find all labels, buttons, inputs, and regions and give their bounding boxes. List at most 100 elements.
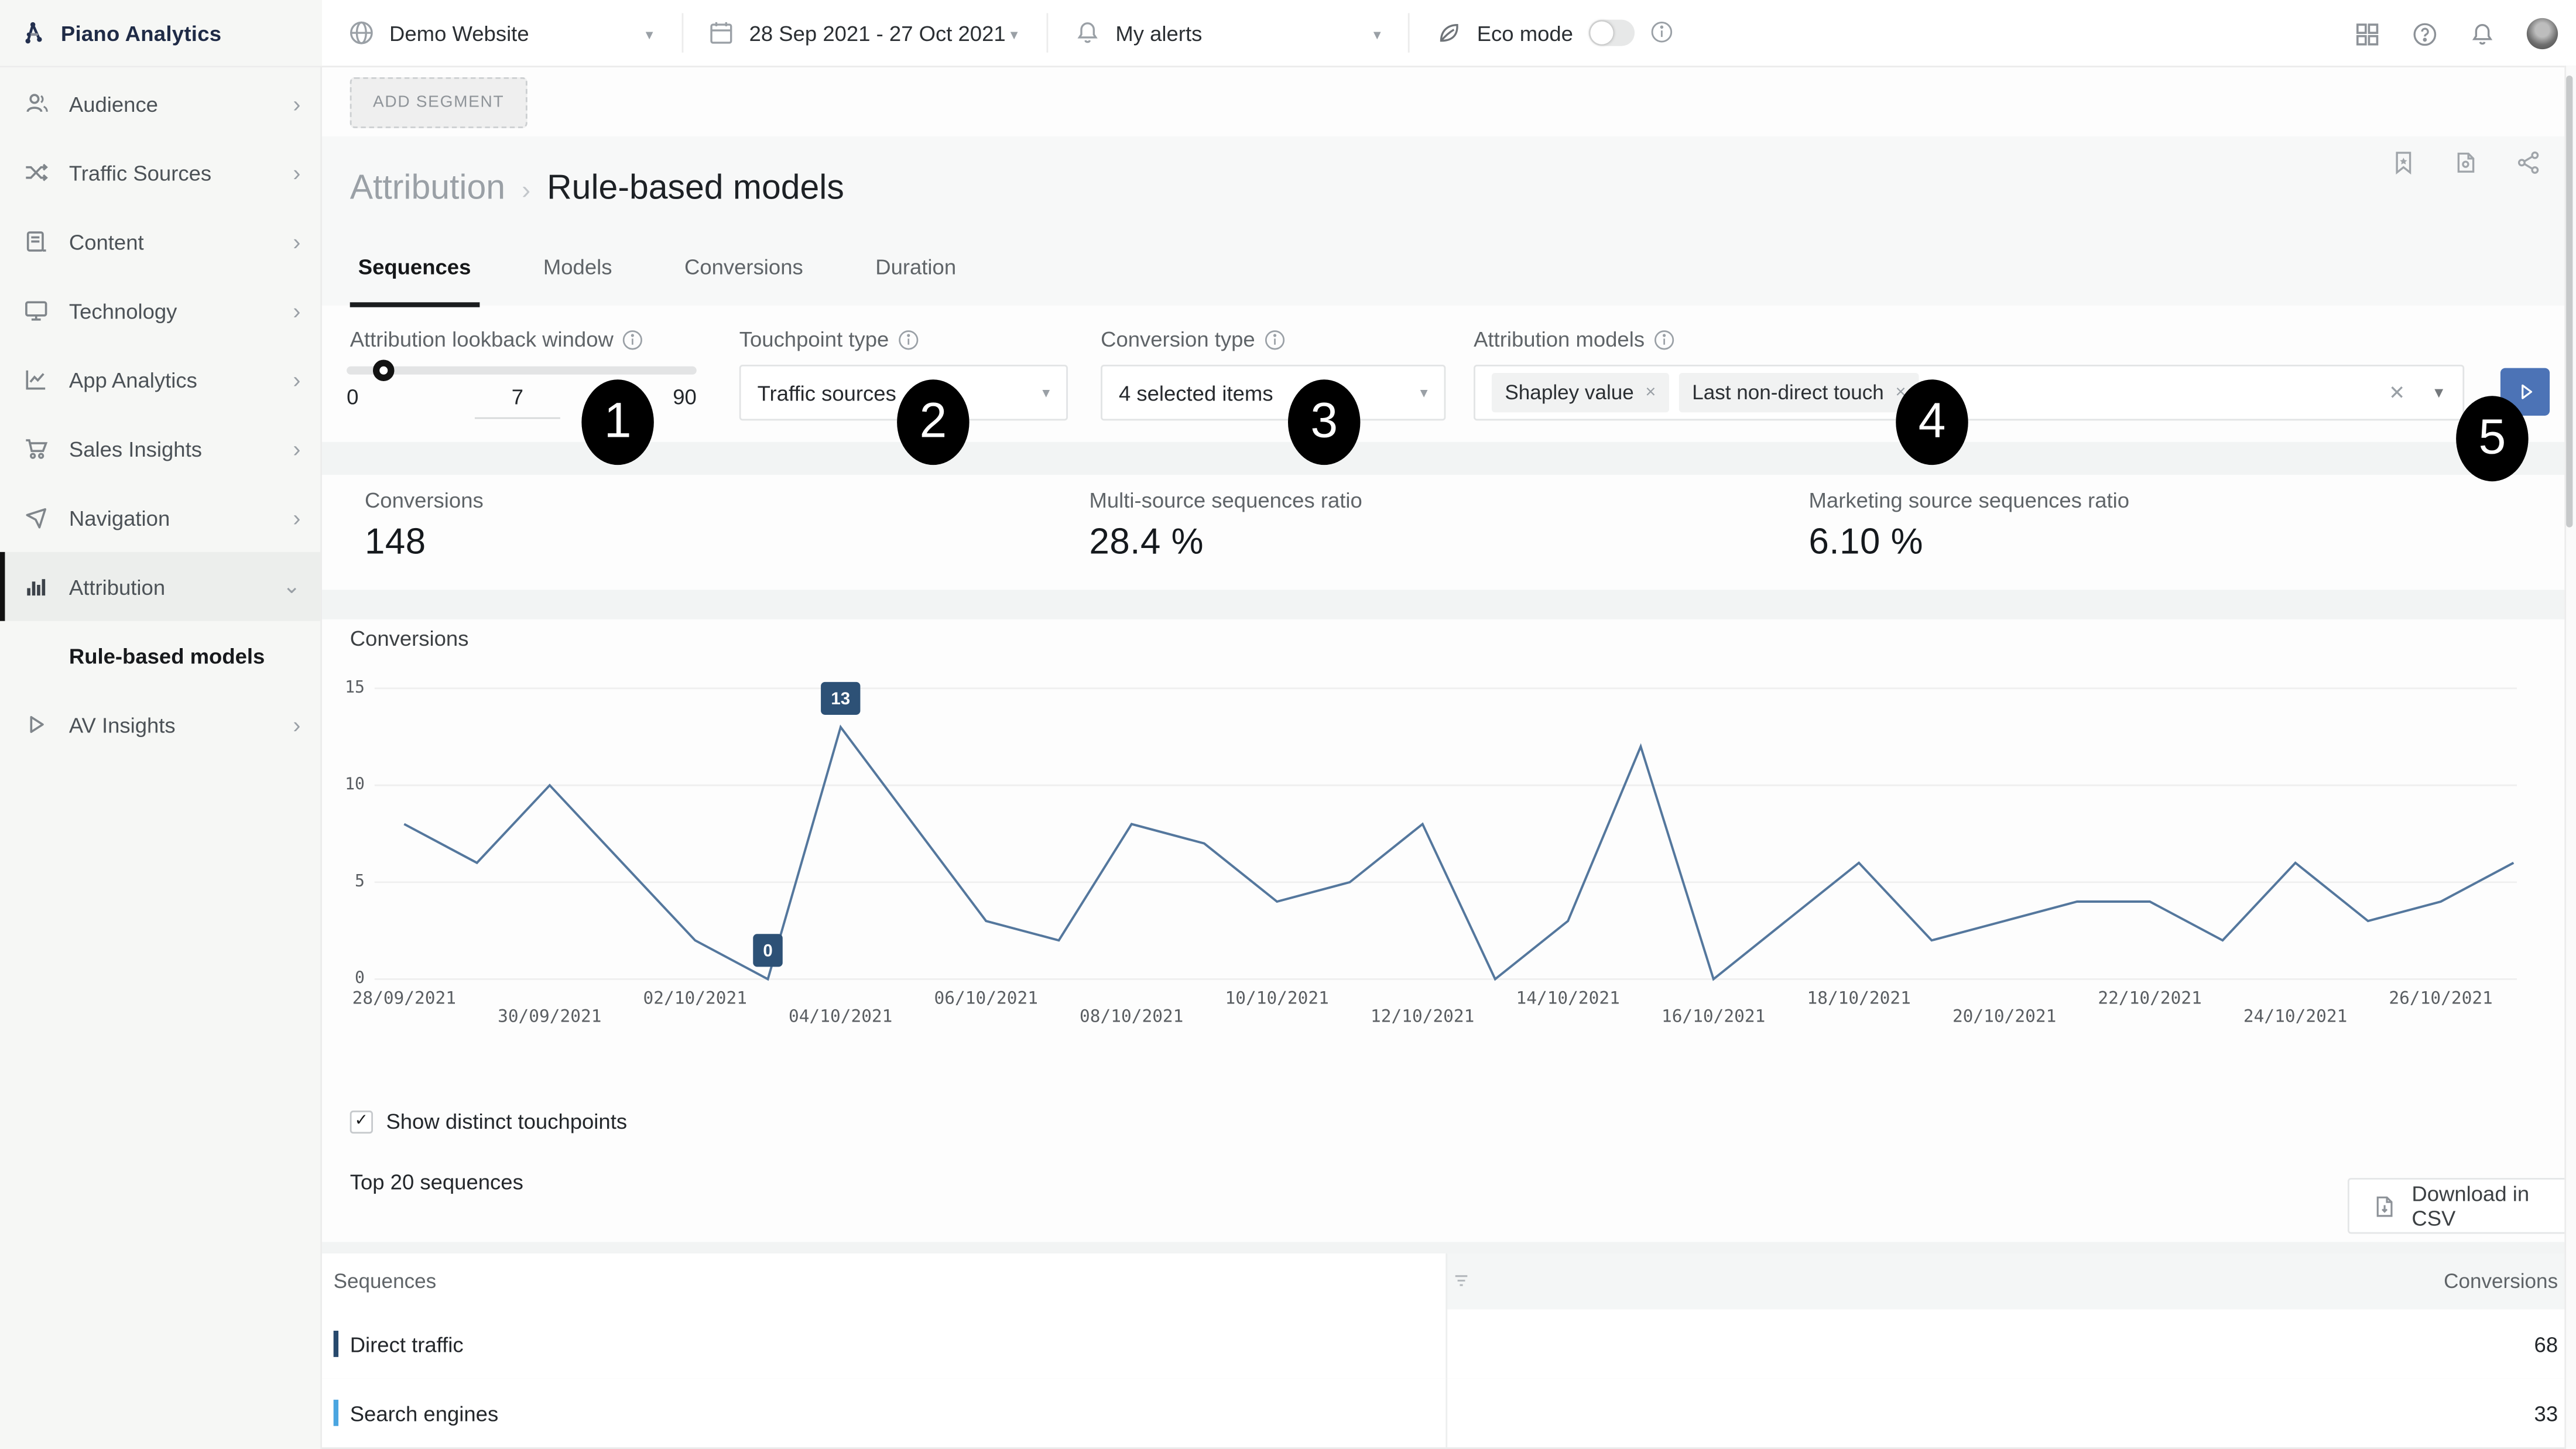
bar-chart-icon xyxy=(23,573,49,600)
piano-analytics-app: Piano Analytics Demo Website ▾ 28 Sep 20… xyxy=(0,0,2576,1449)
document-icon xyxy=(23,228,49,255)
column-divider xyxy=(1445,1309,1447,1378)
remove-tag-icon[interactable]: × xyxy=(1645,383,1656,403)
sidebar-item-label: Sales Insights xyxy=(69,436,293,461)
calendar-icon xyxy=(708,20,734,46)
column-divider xyxy=(1445,1378,1447,1447)
kpi-label: Conversions xyxy=(365,488,484,512)
sidebar-item-content[interactable]: Content› xyxy=(0,207,320,276)
row-color-bar xyxy=(334,1400,338,1426)
sidebar-item-navigation[interactable]: Navigation› xyxy=(0,483,320,552)
table-header-row: Sequences Conversions xyxy=(322,1253,2576,1309)
sidebar-item-rule-based-models[interactable]: Rule-based models xyxy=(0,621,320,690)
download-csv-button[interactable]: Download in CSV xyxy=(2348,1178,2576,1234)
column-header-sequences[interactable]: Sequences xyxy=(334,1270,437,1293)
toggle-knob xyxy=(1590,21,1612,44)
lookback-value-input[interactable]: 7 xyxy=(475,385,560,419)
scrollbar-thumb[interactable] xyxy=(2566,76,2572,527)
chevron-right-icon: › xyxy=(293,228,300,255)
eco-mode-control: Eco mode xyxy=(1436,0,1675,66)
brand-name: Piano Analytics xyxy=(61,20,222,45)
notifications-bell-icon[interactable] xyxy=(2469,20,2496,47)
clear-selection-icon[interactable]: ✕ xyxy=(2389,381,2405,404)
page-title: Rule-based models xyxy=(547,169,844,208)
kpi-label: Marketing source sequences ratio xyxy=(1809,488,2130,512)
kpi-label: Multi-source sequences ratio xyxy=(1089,488,1362,512)
export-report-icon[interactable] xyxy=(2453,149,2479,176)
cart-icon xyxy=(23,436,49,462)
sidebar-item-label: Rule-based models xyxy=(69,643,301,668)
conversion-label: Conversion type xyxy=(1101,327,1255,351)
conversions-value: 68 xyxy=(2534,1332,2558,1357)
eco-mode-toggle[interactable] xyxy=(1588,20,1634,46)
column-header-conversions[interactable]: Conversions xyxy=(2444,1270,2558,1293)
model-tag-label: Last non-direct touch xyxy=(1692,381,1884,404)
annotation-circle-2: 2 xyxy=(897,379,969,465)
annotation-circle-5: 5 xyxy=(2456,396,2528,481)
touchpoint-label: Touchpoint type xyxy=(739,327,889,351)
info-icon[interactable] xyxy=(622,328,645,351)
segment-bar: ADD SEGMENT xyxy=(322,66,2576,138)
chevron-right-icon: › xyxy=(293,90,300,117)
distinct-touchpoints-control[interactable]: ✓ Show distinct touchpoints xyxy=(350,1109,627,1133)
models-multiselect[interactable]: Shapley value×Last non-direct touch× ✕ ▼ xyxy=(1474,365,2464,420)
info-icon[interactable] xyxy=(1263,328,1286,351)
chevron-down-icon: ▾ xyxy=(1010,26,1018,44)
tab-sequences[interactable]: Sequences xyxy=(350,246,479,307)
topbar-right-icons: ⌄ xyxy=(2354,18,2576,49)
sidebar-item-label: Navigation xyxy=(69,505,293,530)
sidebar-item-technology[interactable]: Technology› xyxy=(0,276,320,345)
cursor-icon xyxy=(23,504,49,530)
tab-conversions[interactable]: Conversions xyxy=(676,246,811,307)
user-avatar[interactable] xyxy=(2527,18,2558,49)
dropdown-arrow-icon[interactable]: ▼ xyxy=(2431,385,2446,401)
conversion-select[interactable]: 4 selected items ▾ xyxy=(1101,365,1445,420)
lookback-slider-thumb[interactable] xyxy=(373,360,394,381)
help-icon[interactable] xyxy=(2411,20,2438,47)
info-icon[interactable] xyxy=(897,328,920,351)
sidebar-item-label: AV Insights xyxy=(69,712,293,737)
sidebar-item-traffic-sources[interactable]: Traffic Sources› xyxy=(0,138,320,207)
sidebar-item-label: Technology xyxy=(69,298,293,323)
sidebar-item-audience[interactable]: Audience› xyxy=(0,69,320,138)
line-chart-icon xyxy=(23,366,49,393)
model-tag[interactable]: Shapley value× xyxy=(1492,373,1669,412)
my-alerts-menu[interactable]: My alerts xyxy=(1074,0,1202,66)
bookmark-icon[interactable] xyxy=(2390,149,2417,176)
divider xyxy=(682,13,684,52)
tab-bar: Sequences Models Conversions Duration xyxy=(350,246,964,307)
checkbox[interactable]: ✓ xyxy=(350,1110,373,1133)
monitor-icon xyxy=(23,297,49,324)
lookback-max: 90 xyxy=(657,385,696,409)
column-filter-icon[interactable] xyxy=(1453,1272,1471,1290)
table-row[interactable]: Search engines33 xyxy=(322,1378,2576,1449)
model-tag[interactable]: Last non-direct touch× xyxy=(1679,373,1919,412)
breadcrumb-parent[interactable]: Attribution xyxy=(350,169,505,208)
play-icon xyxy=(23,711,49,738)
annotation-circle-3: 3 xyxy=(1288,379,1360,465)
eco-mode-label: Eco mode xyxy=(1477,20,1573,45)
kpi-conversions: Conversions148 xyxy=(365,488,484,563)
add-segment-button[interactable]: ADD SEGMENT xyxy=(350,77,527,128)
tab-duration[interactable]: Duration xyxy=(867,246,964,307)
leaf-icon xyxy=(1436,20,1462,46)
report-actions xyxy=(2390,149,2541,176)
tab-models[interactable]: Models xyxy=(535,246,621,307)
chevron-right-icon: › xyxy=(293,159,300,186)
apps-grid-icon[interactable] xyxy=(2354,20,2380,47)
top-bar: Piano Analytics Demo Website ▾ 28 Sep 20… xyxy=(0,0,2576,67)
kpi-multi-source-sequences-ratio: Multi-source sequences ratio28.4 % xyxy=(1089,488,1362,563)
divider xyxy=(1046,13,1048,52)
date-range-picker[interactable]: 28 Sep 2021 - 27 Oct 2021 xyxy=(708,0,1005,66)
site-selector-label: Demo Website xyxy=(389,20,529,45)
site-selector[interactable]: Demo Website xyxy=(348,0,529,66)
share-icon[interactable] xyxy=(2515,149,2541,176)
sidebar-item-app-analytics[interactable]: App Analytics› xyxy=(0,345,320,414)
info-icon[interactable] xyxy=(1653,328,1676,351)
bell-icon xyxy=(1074,20,1101,46)
sidebar-item-attribution[interactable]: Attribution⌄ xyxy=(0,552,320,621)
sidebar-item-av-insights[interactable]: AV Insights› xyxy=(0,690,320,759)
sidebar-item-sales-insights[interactable]: Sales Insights› xyxy=(0,414,320,483)
table-row[interactable]: Direct traffic68 xyxy=(322,1309,2576,1380)
lookback-slider[interactable] xyxy=(347,366,697,375)
